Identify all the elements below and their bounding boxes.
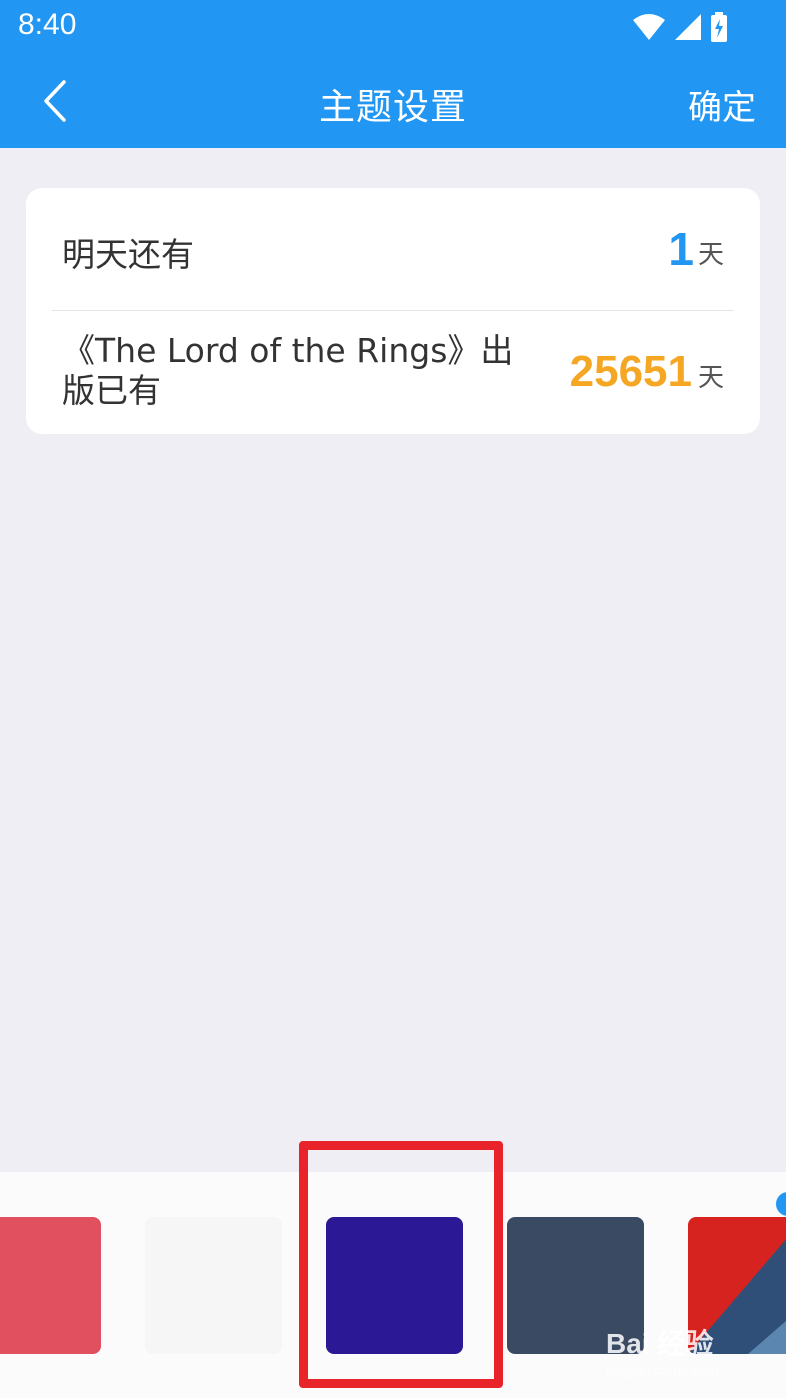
title-bar: 主题设置 确定 [0, 54, 786, 148]
wifi-icon [633, 14, 665, 40]
watermark: Bai 经验 [606, 1328, 714, 1359]
countdown-label: 《The Lord of the Rings》出版已有 [62, 331, 514, 410]
battery-charging-icon [711, 12, 727, 42]
theme-swatch-indigo[interactable] [326, 1217, 463, 1354]
theme-swatch-red[interactable] [0, 1217, 101, 1354]
signal-icon [675, 14, 701, 40]
countdown-card: 明天还有 1 天 《The Lord of the Rings》出版已有 256… [26, 188, 760, 434]
countdown-label: 明天还有 [62, 235, 194, 274]
confirm-button[interactable]: 确定 [688, 80, 756, 129]
countdown-row-tomorrow[interactable]: 明天还有 1 天 [26, 188, 760, 310]
countdown-unit: 天 [697, 363, 724, 393]
status-time: 8:40 [18, 8, 77, 41]
countdown-value: 25651 [569, 347, 692, 396]
countdown-row-lotr[interactable]: 《The Lord of the Rings》出版已有 25651 天 [26, 311, 760, 434]
status-icons [632, 12, 728, 42]
status-bar: 8:40 [0, 0, 786, 54]
countdown-value: 1 [668, 223, 694, 275]
watermark-url: jingyan.baidu.com [606, 1362, 719, 1378]
theme-swatch-white[interactable] [145, 1217, 282, 1354]
countdown-unit: 天 [697, 240, 724, 270]
page-title: 主题设置 [318, 87, 467, 128]
